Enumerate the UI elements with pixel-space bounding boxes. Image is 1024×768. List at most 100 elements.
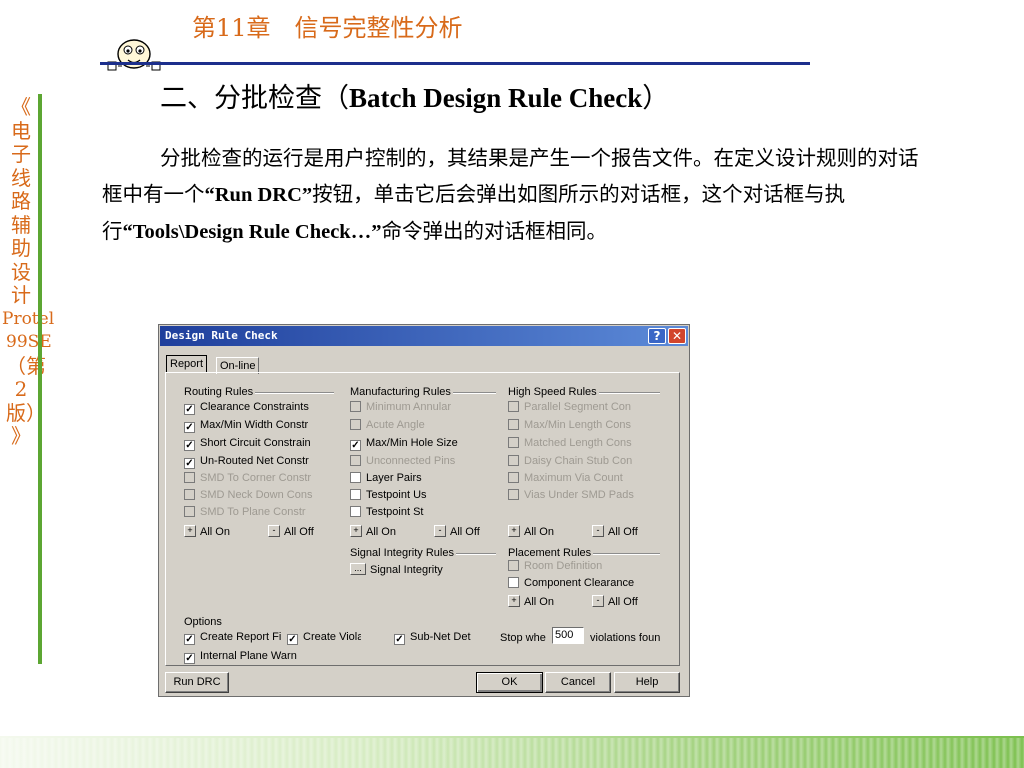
book-title-char: 版） (6, 400, 46, 425)
section-heading: 二、分批检查（Batch Design Rule Check） (160, 83, 670, 114)
run-drc-button[interactable]: Run DRC (165, 672, 229, 693)
book-title-char: 助 (11, 236, 31, 260)
checkbox-box (508, 560, 519, 571)
checkbox-internal-plane-warnings[interactable]: ✓ Internal Plane Warn (184, 649, 334, 664)
checkbox-box (508, 489, 519, 500)
body-paragraph: 分批检查的运行是用户控制的，其结果是产生一个报告文件。在定义设计规则的对话框中有… (102, 146, 919, 243)
checkbox-subnet-details[interactable]: ✓ Sub-Net Det (394, 630, 482, 645)
tab-report[interactable]: Report (166, 355, 208, 372)
book-title-word: 99SE (6, 332, 52, 352)
checkbox-box (184, 506, 195, 517)
checkbox-create-violations[interactable]: ✓Create Violati (287, 630, 361, 645)
checkbox-clearance[interactable]: ✓ Clearance Constraints (184, 400, 326, 415)
chapter-title: 第11章 信号完整性分析 (192, 14, 463, 42)
checkbox-via-count[interactable]: Maximum Via Count (508, 471, 650, 486)
checkbox-box: ✓ (350, 440, 361, 451)
signal-integrity-button[interactable]: ... Signal Integrity (350, 563, 443, 579)
cancel-button[interactable]: Cancel (545, 672, 611, 693)
checkbox-box (350, 455, 361, 466)
book-title-vertical: 《 电 子 线 路 辅 助 设 计 Protel 99SE （第 2 版） 》 (2, 95, 54, 449)
checkbox-vias-under-smd[interactable]: Vias Under SMD Pads (508, 488, 650, 503)
book-title-char: 线 (11, 165, 31, 190)
header-divider (100, 62, 810, 65)
checkbox-box: ✓ (184, 634, 195, 645)
checkbox-matched-length[interactable]: Matched Length Cons (508, 436, 650, 451)
checkbox-length[interactable]: Max/Min Length Cons (508, 418, 650, 433)
stop-when-label: Stop whe (500, 632, 546, 644)
dialog-title: Design Rule Check (165, 329, 278, 342)
checkbox-width[interactable]: ✓ Max/Min Width Constr (184, 418, 326, 433)
close-icon[interactable]: ✕ (668, 328, 686, 344)
minus-icon: - (268, 525, 280, 537)
high-speed-all-off-button[interactable]: - All Off (592, 525, 638, 541)
checkbox-smd-neck[interactable]: SMD Neck Down Cons (184, 488, 326, 503)
checkbox-box: ✓ (184, 458, 195, 469)
book-title-char: 辅 (11, 212, 31, 237)
checkbox-daisy-chain[interactable]: Daisy Chain Stub Con (508, 454, 650, 469)
checkbox-short-circuit[interactable]: ✓ Short Circuit Constrain (184, 436, 326, 451)
manufacturing-all-on-button[interactable]: + All On (350, 525, 396, 541)
checkbox-create-report[interactable]: ✓ Create Report Fi (184, 630, 302, 645)
book-title-char: 子 (11, 142, 31, 166)
book-title-char: 设 (11, 259, 31, 284)
checkbox-box (508, 437, 519, 448)
placement-all-on-button[interactable]: + All On (508, 595, 554, 611)
checkbox-box (508, 577, 519, 588)
checkbox-box: ✓ (394, 634, 405, 645)
book-title-char: 《 (11, 95, 31, 119)
checkbox-minimum-annular[interactable]: Minimum Annular (350, 400, 480, 415)
checkbox-smd-plane[interactable]: SMD To Plane Constr (184, 505, 326, 520)
ellipsis-icon: ... (350, 563, 366, 575)
checkbox-box (350, 506, 361, 517)
violations-found-label: violations foun (590, 632, 661, 644)
book-title-word: Protel (2, 308, 55, 329)
minus-icon: - (434, 525, 446, 537)
checkbox-box (350, 419, 361, 430)
design-rule-check-dialog: Design Rule Check ? ✕ Report On-line Rou… (158, 324, 690, 697)
checkbox-box: ✓ (184, 404, 195, 415)
checkbox-unrouted-net[interactable]: ✓ Un-Routed Net Constr (184, 454, 326, 469)
plus-icon: + (508, 595, 520, 607)
checkbox-component-clearance[interactable]: Component Clearance (508, 576, 658, 591)
help-titlebar-button[interactable]: ? (648, 328, 666, 344)
mascot-logo-icon (107, 39, 161, 71)
routing-rules-label: Routing Rules (184, 386, 256, 398)
book-title-char: 电 (11, 118, 31, 143)
report-tab-panel: Routing Rules ✓ Clearance Constraints ✓ Ma… (165, 372, 680, 666)
checkbox-box (184, 489, 195, 500)
options-label: Options (184, 616, 224, 628)
routing-all-on-button[interactable]: + All On (184, 525, 230, 541)
dialog-titlebar[interactable]: Design Rule Check ? ✕ (160, 326, 688, 346)
checkbox-smd-corner[interactable]: SMD To Corner Constr (184, 471, 326, 486)
help-button[interactable]: Help (614, 672, 680, 693)
violation-limit-input[interactable]: 500 (552, 627, 584, 644)
manufacturing-all-off-button[interactable]: - All Off (434, 525, 480, 541)
checkbox-box: ✓ (287, 634, 298, 645)
checkbox-unconnected-pins[interactable]: Unconnected Pins (350, 454, 480, 469)
plus-icon: + (184, 525, 196, 537)
checkbox-parallel-segment[interactable]: Parallel Segment Con (508, 400, 650, 415)
plus-icon: + (508, 525, 520, 537)
footer-band-texture (0, 738, 1024, 768)
checkbox-box (508, 419, 519, 430)
high-speed-all-on-button[interactable]: + All On (508, 525, 554, 541)
checkbox-testpoint-style[interactable]: Testpoint St (350, 505, 440, 520)
checkbox-box (350, 401, 361, 412)
manufacturing-rules-label: Manufacturing Rules (350, 386, 453, 398)
checkbox-testpoint-usage[interactable]: Testpoint Us (350, 488, 440, 503)
checkbox-box (184, 472, 195, 483)
checkbox-layer-pairs[interactable]: Layer Pairs (350, 471, 480, 486)
checkbox-box (350, 472, 361, 483)
checkbox-box (508, 472, 519, 483)
checkbox-acute-angle[interactable]: Acute Angle (350, 418, 480, 433)
book-title-char: 路 (11, 189, 31, 213)
checkbox-box: ✓ (184, 422, 195, 433)
high-speed-rules-label: High Speed Rules (508, 386, 599, 398)
side-divider (38, 94, 42, 664)
ok-button[interactable]: OK (476, 672, 543, 693)
placement-all-off-button[interactable]: - All Off (592, 595, 638, 611)
signal-integrity-rules-label: Signal Integrity Rules (350, 547, 456, 559)
checkbox-hole-size[interactable]: ✓ Max/Min Hole Size (350, 436, 480, 451)
checkbox-room-definition[interactable]: Room Definition (508, 559, 650, 574)
routing-all-off-button[interactable]: - All Off (268, 525, 314, 541)
